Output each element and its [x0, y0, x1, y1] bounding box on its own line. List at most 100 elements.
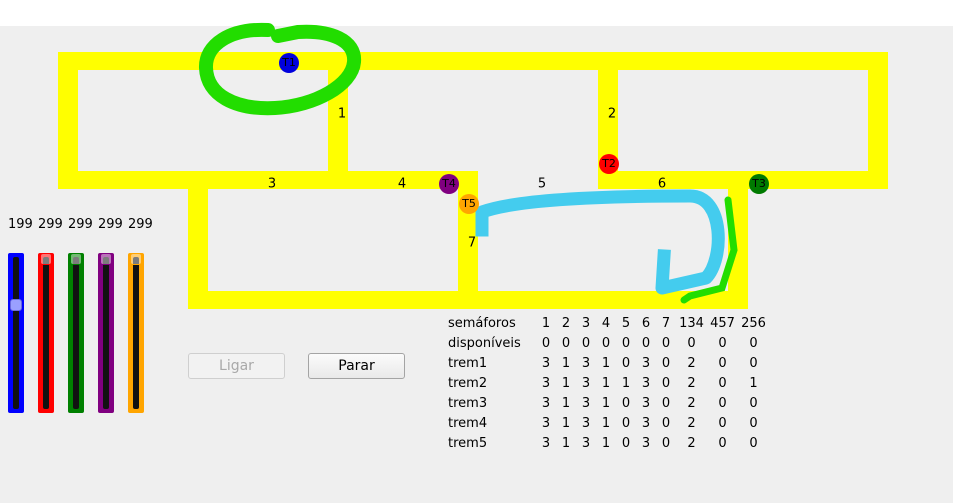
- table-cell: 0: [621, 436, 631, 451]
- train-t2: T2: [599, 154, 619, 174]
- table-cell: 0: [749, 436, 758, 451]
- header-cell: 134: [679, 316, 704, 331]
- speed-slider-train4[interactable]: [98, 253, 114, 413]
- speed-slider-train2[interactable]: [38, 253, 54, 413]
- header-cell: 5: [621, 316, 631, 331]
- table-cell: 0: [718, 396, 727, 411]
- slider-handle[interactable]: [10, 299, 22, 311]
- row-label: disponíveis: [448, 336, 521, 351]
- table-cell: 0: [718, 436, 727, 451]
- table-cell: 3: [581, 376, 591, 391]
- ligar-button[interactable]: Ligar: [188, 353, 285, 379]
- table-cell: 0: [749, 356, 758, 371]
- slider-handle[interactable]: [130, 253, 142, 265]
- table-row: trem5 3 1 3 1 0 3 0 2 0 0: [446, 434, 769, 454]
- table-cell: 3: [541, 356, 551, 371]
- speed-value-train2: 299: [38, 217, 63, 232]
- header-cell: 7: [661, 316, 671, 331]
- table-cell: 0: [621, 396, 631, 411]
- semaphore-header-row: semáforos 1 2 3 4 5 6 7 134 457 256: [446, 314, 769, 334]
- table-cell: 1: [601, 396, 611, 411]
- table-cell: 0: [749, 336, 758, 351]
- table-cell: 3: [581, 396, 591, 411]
- table-cell: 3: [641, 356, 651, 371]
- table-cell: 0: [621, 336, 631, 351]
- table-cell: 0: [601, 336, 611, 351]
- table-cell: 0: [661, 396, 671, 411]
- table-cell: 0: [718, 336, 727, 351]
- segment-label-7: 7: [467, 235, 477, 251]
- slider-handle[interactable]: [40, 253, 52, 265]
- header-cell: 457: [710, 316, 735, 331]
- header-cell: 3: [581, 316, 591, 331]
- table-cell: 1: [561, 436, 571, 451]
- slider-groove: [133, 257, 139, 409]
- header-cell: 2: [561, 316, 571, 331]
- slider-handle[interactable]: [70, 253, 82, 265]
- slider-handle[interactable]: [100, 253, 112, 265]
- table-cell: 0: [661, 436, 671, 451]
- table-cell: 3: [541, 436, 551, 451]
- speed-value-train3: 299: [68, 217, 93, 232]
- table-cell: 0: [661, 416, 671, 431]
- table-cell: 3: [581, 416, 591, 431]
- speed-slider-train3[interactable]: [68, 253, 84, 413]
- table-cell: 2: [687, 376, 696, 391]
- segment-label-1: 1: [337, 106, 347, 122]
- row-label: trem4: [448, 416, 488, 431]
- table-cell: 3: [641, 376, 651, 391]
- segment-label-6: 6: [657, 176, 667, 192]
- speed-value-train1: 199: [8, 217, 33, 232]
- segment-label-2: 2: [607, 106, 617, 122]
- table-row: disponíveis 0 0 0 0 0 0 0 0 0 0: [446, 334, 769, 354]
- table-cell: 0: [718, 356, 727, 371]
- speed-value-train4: 299: [98, 217, 123, 232]
- speed-slider-train5[interactable]: [128, 253, 144, 413]
- table-cell: 1: [601, 356, 611, 371]
- row-label: trem3: [448, 396, 488, 411]
- table-cell: 0: [749, 416, 758, 431]
- table-cell: 0: [641, 336, 651, 351]
- table-row: trem3 3 1 3 1 0 3 0 2 0 0: [446, 394, 769, 414]
- table-cell: 1: [601, 416, 611, 431]
- table-cell: 2: [687, 396, 696, 411]
- table-row: trem2 3 1 3 1 1 3 0 2 0 1: [446, 374, 769, 394]
- parar-button[interactable]: Parar: [308, 353, 405, 379]
- table-cell: 3: [581, 356, 591, 371]
- table-cell: 0: [718, 416, 727, 431]
- table-cell: 1: [601, 436, 611, 451]
- row-label: trem5: [448, 436, 488, 451]
- table-cell: 3: [541, 416, 551, 431]
- table-cell: 3: [641, 436, 651, 451]
- train-t3: T3: [749, 174, 769, 194]
- segment-label-4: 4: [397, 176, 407, 192]
- table-row: trem4 3 1 3 1 0 3 0 2 0 0: [446, 414, 769, 434]
- train-t4: T4: [439, 174, 459, 194]
- table-cell: 0: [718, 376, 727, 391]
- row-label: trem2: [448, 376, 488, 391]
- table-cell: 0: [749, 396, 758, 411]
- table-cell: 1: [601, 376, 611, 391]
- table-cell: 3: [541, 396, 551, 411]
- table-cell: 1: [561, 416, 571, 431]
- segment-label-3: 3: [267, 176, 277, 192]
- table-cell: 1: [561, 396, 571, 411]
- table-cell: 3: [641, 416, 651, 431]
- table-cell: 0: [621, 356, 631, 371]
- slider-groove: [43, 257, 49, 409]
- speed-slider-train1[interactable]: [8, 253, 24, 413]
- slider-groove: [73, 257, 79, 409]
- table-cell: 1: [749, 376, 758, 391]
- table-cell: 1: [561, 356, 571, 371]
- header-cell: 1: [541, 316, 551, 331]
- table-cell: 0: [621, 416, 631, 431]
- table-cell: 3: [581, 436, 591, 451]
- train-t5: T5: [459, 194, 479, 214]
- table-cell: 0: [541, 336, 551, 351]
- train-t1: T1: [279, 53, 299, 73]
- table-cell: 1: [621, 376, 631, 391]
- table-cell: 0: [561, 336, 571, 351]
- table-cell: 2: [687, 416, 696, 431]
- speed-value-train5: 299: [128, 217, 153, 232]
- table-cell: 2: [687, 436, 696, 451]
